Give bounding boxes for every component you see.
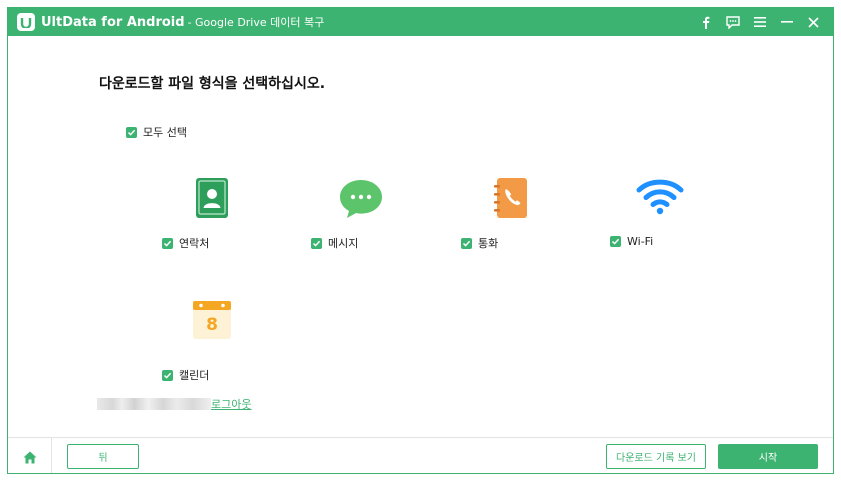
title-bar: UltData for Android - Google Drive 데이터 복… <box>8 8 833 36</box>
app-title: UltData for Android <box>41 14 185 30</box>
back-button[interactable]: 뒤 <box>67 444 139 469</box>
wifi-icon <box>635 176 685 220</box>
type-item-label: Wi-Fi <box>627 235 654 248</box>
start-button[interactable]: 시작 <box>718 444 818 469</box>
calendar-day-text: 8 <box>206 315 218 335</box>
type-item-label: 통화 <box>478 237 499 250</box>
type-item-wifi[interactable]: Wi-Fi <box>610 176 710 256</box>
feedback-icon[interactable] <box>719 8 746 36</box>
view-download-history-button[interactable]: 다운로드 기록 보기 <box>606 444 706 469</box>
checkbox-checked-icon <box>126 126 137 138</box>
menu-icon[interactable] <box>746 8 773 36</box>
checkbox-checked-icon[interactable] <box>311 237 322 249</box>
page-title: 다운로드할 파일 형식을 선택하십시오. <box>99 76 326 92</box>
type-item-calls[interactable]: 통화 <box>461 176 561 256</box>
minimize-icon[interactable] <box>773 8 800 36</box>
checkbox-checked-icon[interactable] <box>162 369 173 381</box>
call-log-icon <box>491 176 531 224</box>
contacts-icon <box>194 176 230 224</box>
footer-bar: 뒤 다운로드 기록 보기 시작 <box>8 437 833 473</box>
type-item-messages[interactable]: 메시지 <box>311 176 411 256</box>
select-all-label: 모두 선택 <box>143 126 187 139</box>
logout-link[interactable]: 로그아웃 <box>211 396 251 412</box>
app-window: UltData for Android - Google Drive 데이터 복… <box>7 7 834 474</box>
calendar-icon: 8 <box>191 297 233 345</box>
checkbox-checked-icon[interactable] <box>461 237 472 249</box>
type-item-contacts[interactable]: 연락처 <box>162 176 262 256</box>
home-icon <box>23 451 36 463</box>
type-item-label: 캘린더 <box>179 369 210 382</box>
checkbox-checked-icon[interactable] <box>162 237 173 249</box>
type-item-calendar[interactable]: 8 캘린더 <box>162 297 262 382</box>
facebook-icon[interactable] <box>692 8 719 36</box>
home-button[interactable] <box>8 438 52 473</box>
select-all-checkbox[interactable]: 모두 선택 <box>126 124 187 140</box>
masked-account-email <box>97 398 211 410</box>
account-row: 로그아웃 <box>97 396 251 412</box>
close-icon[interactable] <box>800 8 827 36</box>
app-logo-icon <box>17 13 35 31</box>
type-item-label: 메시지 <box>328 237 359 250</box>
app-subtitle: - Google Drive 데이터 복구 <box>187 16 325 29</box>
type-item-label: 연락처 <box>179 237 210 250</box>
messages-icon <box>337 176 385 226</box>
checkbox-checked-icon[interactable] <box>610 236 621 247</box>
